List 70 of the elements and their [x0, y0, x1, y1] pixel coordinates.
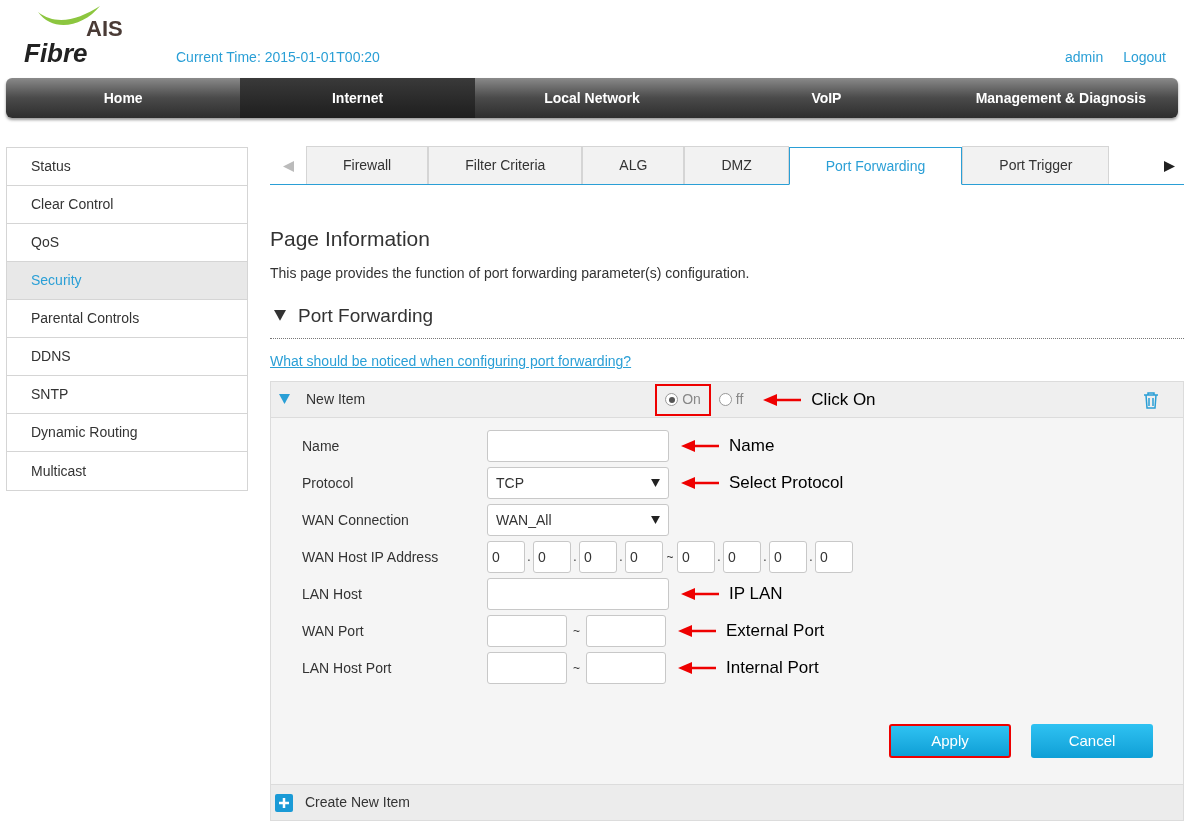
dot-separator: . [808, 549, 814, 566]
port-end-field[interactable] [586, 615, 666, 647]
dropdown[interactable]: WAN_All [487, 504, 669, 536]
field-label: Protocol [302, 473, 355, 493]
collapse-icon[interactable] [274, 309, 286, 322]
arrow-icon [763, 392, 804, 407]
tab[interactable]: ALG [582, 146, 685, 184]
ip-octet-field[interactable]: 0 [579, 541, 617, 573]
expand-toggle-icon[interactable] [279, 394, 290, 405]
field-label: LAN Host [302, 584, 363, 604]
annotation-text: Select Protocol [729, 472, 844, 495]
ip-octet-field[interactable]: 0 [723, 541, 761, 573]
tab[interactable]: Port Trigger [962, 146, 1110, 184]
text-field[interactable] [487, 578, 669, 610]
nav-tab[interactable]: VoIP [709, 78, 944, 118]
text-field[interactable] [487, 430, 669, 462]
nav-tab[interactable]: Internet [240, 78, 475, 118]
range-separator: ~ [665, 549, 675, 566]
annotation-text: External Port [726, 620, 825, 643]
range-separator: ~ [572, 660, 581, 677]
ip-octet-field[interactable]: 0 [677, 541, 715, 573]
field-label: WAN Port [302, 621, 365, 641]
plus-icon[interactable] [275, 793, 293, 812]
port-start-field[interactable] [487, 652, 567, 684]
dropdown[interactable]: TCP [487, 467, 669, 499]
dot-separator: . [716, 549, 722, 566]
scroll-left-icon[interactable] [282, 161, 294, 172]
annotation-text: Internal Port [726, 657, 819, 680]
arrow-icon [681, 587, 721, 601]
scroll-right-icon[interactable] [1164, 161, 1175, 172]
dot-separator: . [572, 549, 578, 566]
dot-separator: . [762, 549, 768, 566]
range-separator: ~ [572, 623, 581, 640]
field-label: Name [302, 436, 341, 456]
field-label: WAN Host IP Address [302, 547, 440, 567]
annotation-text: IP LAN [729, 583, 783, 606]
ip-octet-field[interactable]: 0 [769, 541, 807, 573]
port-end-field[interactable] [586, 652, 666, 684]
tab[interactable]: DMZ [684, 146, 789, 184]
ip-octet-field[interactable]: 0 [815, 541, 853, 573]
field-label: LAN Host Port [302, 658, 393, 678]
trash-icon[interactable] [1143, 390, 1159, 409]
tab[interactable]: Firewall [306, 146, 429, 184]
nav-tab[interactable]: Management & Diagnosis [943, 78, 1178, 118]
ip-octet-field[interactable]: 0 [487, 541, 525, 573]
dot-separator: . [618, 549, 624, 566]
field-label: WAN Connection [302, 510, 410, 530]
arrow-icon [681, 439, 721, 453]
nav-tab[interactable]: Home [6, 78, 241, 118]
annotation-text: Name [729, 435, 775, 458]
create-item-link[interactable]: Create New Item [305, 792, 411, 813]
arrow-icon [681, 476, 721, 490]
dot-separator: . [526, 549, 532, 566]
ip-octet-field[interactable]: 0 [533, 541, 571, 573]
dropdown-caret-icon [651, 516, 660, 524]
tab[interactable]: Filter Criteria [428, 146, 583, 184]
logo-text: AIS [86, 18, 123, 40]
port-start-field[interactable] [487, 615, 567, 647]
arrow-icon [678, 624, 718, 638]
item-title: New Item [306, 390, 366, 409]
arrow-icon [678, 661, 718, 675]
section-title: Port Forwarding [298, 303, 434, 328]
page-title: Page Information [270, 226, 431, 252]
dropdown-caret-icon [651, 479, 660, 487]
current-time: Current Time: 2015-01-01T00:20 [176, 48, 380, 67]
ip-octet-field[interactable]: 0 [625, 541, 663, 573]
logo-text: Fibre [24, 40, 88, 66]
annotation-text: Click On [811, 388, 876, 411]
page-description: This page provides the function of port forwarding parameter(s) configuration. [270, 263, 751, 283]
nav-tab[interactable]: Local Network [474, 78, 710, 118]
